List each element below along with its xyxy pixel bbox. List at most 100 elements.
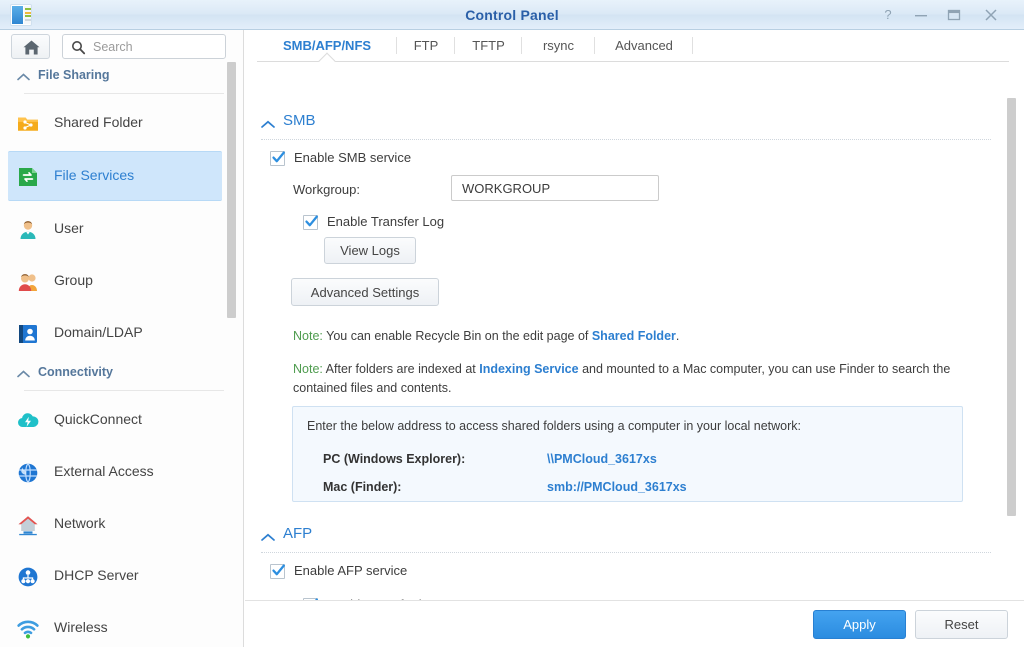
- tab-label: Advanced: [615, 38, 673, 53]
- check-icon: [271, 150, 286, 165]
- sidebar: File Sharing Shared Folder: [0, 30, 244, 647]
- note-text-after: .: [676, 329, 679, 343]
- apply-button[interactable]: Apply: [813, 610, 906, 639]
- enable-smb-service-checkbox[interactable]: [270, 151, 285, 166]
- note-indexing: Note: After folders are indexed at Index…: [293, 360, 993, 398]
- sidebar-group-file-sharing[interactable]: File Sharing: [0, 63, 230, 91]
- sidebar-item-label: Shared Folder: [54, 114, 143, 130]
- tab-label: rsync: [543, 38, 574, 53]
- sidebar-item-domain-ldap[interactable]: Domain/LDAP: [8, 309, 222, 359]
- note-label: Note:: [293, 329, 323, 343]
- chevron-up-icon: [261, 120, 275, 129]
- advanced-settings-button[interactable]: Advanced Settings: [291, 278, 439, 306]
- sidebar-item-shared-folder[interactable]: Shared Folder: [8, 99, 222, 149]
- note-label: Note:: [293, 362, 323, 376]
- note-recycle-bin: Note: You can enable Recycle Bin on the …: [293, 327, 993, 346]
- file-services-icon: [16, 165, 40, 189]
- svg-text:?: ?: [884, 7, 891, 22]
- quickconnect-icon: [16, 409, 40, 433]
- title-bar: Control Panel ?: [0, 0, 1024, 30]
- shared-folder-icon: [16, 112, 40, 136]
- tab-advanced[interactable]: Advanced: [595, 30, 693, 61]
- enable-transfer-log-label: Enable Transfer Log: [327, 214, 444, 229]
- sidebar-item-user[interactable]: User: [8, 205, 222, 255]
- sidebar-item-label: Network: [54, 515, 105, 531]
- mac-address-label: Mac (Finder):: [323, 480, 401, 494]
- sidebar-item-label: Wireless: [54, 619, 108, 635]
- sidebar-item-group[interactable]: Group: [8, 257, 222, 307]
- note-text-before: After folders are indexed at: [323, 362, 479, 376]
- close-icon[interactable]: [982, 6, 1000, 24]
- sidebar-item-file-services[interactable]: File Services: [8, 151, 222, 201]
- reset-button[interactable]: Reset: [915, 610, 1008, 639]
- enable-smb-service-label: Enable SMB service: [294, 150, 411, 165]
- section-divider-smb: [261, 139, 991, 140]
- dhcp-server-icon: [16, 565, 40, 589]
- sidebar-item-label: File Services: [54, 167, 134, 183]
- check-icon: [304, 214, 319, 229]
- section-divider-afp: [261, 552, 991, 553]
- window-title: Control Panel: [0, 0, 1024, 30]
- home-icon: [22, 39, 41, 56]
- network-address-info-box: Enter the below address to access shared…: [292, 406, 963, 502]
- content-scrollbar-thumb[interactable]: [1007, 98, 1016, 516]
- maximize-icon[interactable]: [945, 6, 963, 24]
- tab-ftp[interactable]: FTP: [397, 30, 455, 61]
- section-title: SMB: [283, 112, 316, 129]
- content-panel: SMB/AFP/NFS FTP TFTP rsync Advanced: [245, 30, 1024, 647]
- sidebar-group-connectivity[interactable]: Connectivity: [0, 360, 230, 388]
- user-icon: [16, 218, 40, 242]
- view-logs-button[interactable]: View Logs: [324, 237, 416, 264]
- minimize-icon[interactable]: [912, 6, 930, 24]
- sidebar-item-label: DHCP Server: [54, 567, 139, 583]
- workgroup-label: Workgroup:: [293, 182, 360, 197]
- check-icon: [271, 563, 286, 578]
- sidebar-item-label: Domain/LDAP: [54, 324, 143, 340]
- search-box[interactable]: [62, 34, 226, 59]
- help-icon[interactable]: ?: [879, 6, 897, 24]
- sidebar-scrollbar-thumb[interactable]: [227, 62, 236, 318]
- sidebar-item-label: QuickConnect: [54, 411, 142, 427]
- tab-label: FTP: [414, 38, 439, 53]
- wireless-icon: [16, 617, 40, 641]
- sidebar-item-quickconnect[interactable]: QuickConnect: [8, 396, 222, 446]
- sidebar-group-divider: [24, 93, 224, 94]
- tab-label: SMB/AFP/NFS: [283, 38, 371, 53]
- search-input[interactable]: [93, 35, 221, 58]
- enable-transfer-log-checkbox[interactable]: [303, 215, 318, 230]
- sidebar-item-dhcp-server[interactable]: DHCP Server: [8, 552, 222, 602]
- pc-address-label: PC (Windows Explorer):: [323, 452, 465, 466]
- external-access-icon: [16, 461, 40, 485]
- control-panel-window: Control Panel ?: [0, 0, 1024, 647]
- mac-address-value[interactable]: smb://PMCloud_3617xs: [547, 480, 687, 494]
- tab-rsync[interactable]: rsync: [522, 30, 595, 61]
- tab-label: TFTP: [472, 38, 505, 53]
- network-icon: [16, 513, 40, 537]
- tab-divider: [692, 37, 693, 54]
- chevron-up-icon: [17, 370, 30, 378]
- chevron-up-icon: [17, 73, 30, 81]
- sidebar-group-label: Connectivity: [38, 365, 113, 379]
- sidebar-item-wireless[interactable]: Wireless: [8, 604, 222, 647]
- tab-bar: SMB/AFP/NFS FTP TFTP rsync Advanced: [245, 30, 1024, 61]
- pc-address-value[interactable]: \\PMCloud_3617xs: [547, 452, 657, 466]
- indexing-service-link[interactable]: Indexing Service: [479, 362, 578, 376]
- sidebar-item-external-access[interactable]: External Access: [8, 448, 222, 498]
- sidebar-item-label: Group: [54, 272, 93, 288]
- group-icon: [16, 270, 40, 294]
- sidebar-item-network[interactable]: Network: [8, 500, 222, 550]
- sidebar-toolbar: [0, 30, 244, 62]
- sidebar-item-label: External Access: [54, 463, 154, 479]
- tab-tftp[interactable]: TFTP: [455, 30, 522, 61]
- workgroup-input[interactable]: [451, 175, 659, 201]
- home-button[interactable]: [11, 34, 50, 59]
- settings-scroll-area: SMB Enable SMB service Workgroup:: [245, 62, 1024, 615]
- info-box-intro: Enter the below address to access shared…: [307, 419, 801, 433]
- enable-afp-service-label: Enable AFP service: [294, 563, 407, 578]
- shared-folder-link[interactable]: Shared Folder: [592, 329, 676, 343]
- search-icon: [71, 40, 86, 55]
- section-title: AFP: [283, 525, 312, 542]
- action-bar: Apply Reset: [245, 600, 1024, 647]
- enable-afp-service-checkbox[interactable]: [270, 564, 285, 579]
- domain-ldap-icon: [16, 322, 40, 346]
